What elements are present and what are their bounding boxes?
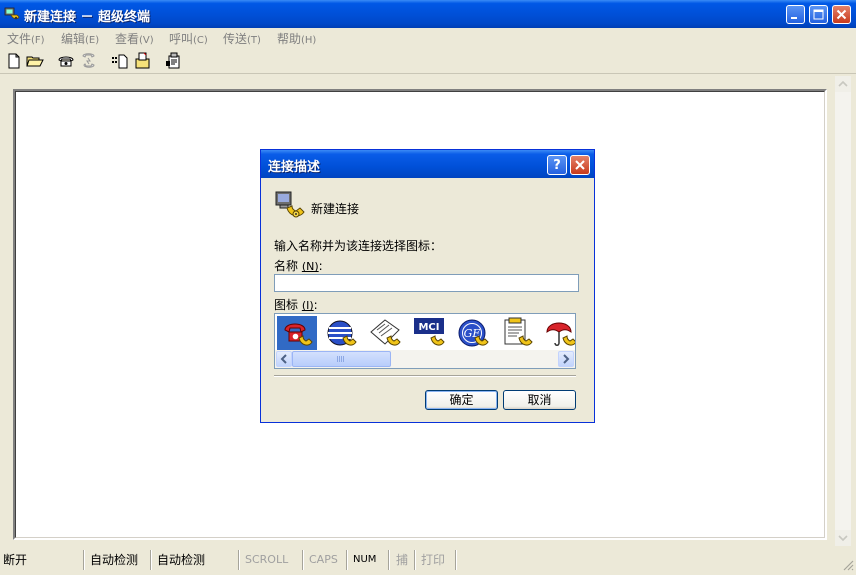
dialog-title: 连接描述	[268, 160, 321, 175]
new-file-icon[interactable]	[5, 52, 23, 70]
scroll-left-button[interactable]	[276, 351, 292, 367]
receive-icon[interactable]	[134, 52, 152, 70]
help-button[interactable]: ?	[547, 155, 567, 175]
menu-view[interactable]: 查看(V)	[115, 30, 154, 47]
status-bar: 断开 自动检测 自动检测 SCROLL CAPS NUM 捕 打印	[0, 548, 856, 575]
scroll-down-button[interactable]	[835, 530, 851, 546]
name-label: 名称 (N):	[274, 259, 323, 273]
status-detect-2: 自动检测	[157, 553, 206, 567]
icon-list[interactable]: MCI GE	[274, 313, 576, 369]
arrow-right-icon	[563, 354, 570, 364]
close-icon	[575, 160, 585, 170]
mci-icon: MCI	[414, 318, 445, 346]
status-separator	[346, 550, 348, 570]
connection-name-text: 新建连接	[311, 202, 360, 216]
toolbar	[0, 49, 856, 74]
resize-grip-icon[interactable]	[842, 559, 854, 571]
dialog-close-button[interactable]	[570, 155, 590, 175]
scroll-right-button[interactable]	[558, 351, 574, 367]
send-icon[interactable]	[111, 52, 129, 70]
status-print: 打印	[421, 553, 446, 567]
icon-option-newspaper[interactable]	[365, 316, 405, 350]
status-connection: 断开	[3, 553, 28, 567]
icon-option-globe[interactable]	[321, 316, 361, 350]
status-separator	[238, 550, 240, 570]
minimize-icon	[791, 17, 797, 19]
dial-icon[interactable]	[57, 52, 75, 70]
menu-file[interactable]: 文件(F)	[7, 30, 45, 47]
icon-option-red-phone[interactable]	[277, 316, 317, 350]
new-connection-icon	[275, 191, 305, 218]
status-detect-1: 自动检测	[90, 553, 139, 567]
status-scroll: SCROLL	[245, 553, 289, 566]
document-icon	[504, 317, 533, 346]
scroll-up-button[interactable]	[835, 76, 851, 92]
status-separator	[414, 550, 416, 570]
status-separator	[83, 550, 85, 570]
close-icon	[836, 9, 847, 20]
arrow-left-icon	[280, 354, 287, 364]
close-button[interactable]	[832, 5, 851, 24]
status-caps: CAPS	[309, 553, 338, 566]
minimize-button[interactable]	[786, 5, 805, 24]
ok-button[interactable]: 确定	[425, 390, 498, 410]
name-input[interactable]	[274, 274, 579, 292]
icon-option-ge[interactable]: GE	[453, 316, 493, 350]
cancel-button[interactable]: 取消	[503, 390, 576, 410]
connection-description-dialog: 连接描述 ? 新建连接 输入名称并为该连接选择图标： 名称 (N): 图标 (I…	[260, 149, 595, 423]
window-title: 新建连接 － 超级终端	[24, 10, 151, 25]
menu-edit[interactable]: 编辑(E)	[61, 30, 99, 47]
status-separator	[455, 550, 457, 570]
arrow-down-icon	[838, 535, 848, 542]
umbrella-icon	[546, 322, 575, 346]
arrow-up-icon	[838, 80, 848, 87]
properties-icon[interactable]	[165, 52, 183, 70]
maximize-icon	[813, 9, 824, 20]
icon-option-document[interactable]	[497, 316, 537, 350]
vertical-scrollbar[interactable]	[835, 76, 851, 546]
globe-icon	[327, 320, 357, 346]
open-folder-icon[interactable]	[26, 52, 44, 70]
window-titlebar[interactable]: 新建连接 － 超级终端	[0, 0, 856, 28]
status-separator	[150, 550, 152, 570]
mci-logo-text: MCI	[418, 322, 439, 333]
disconnect-icon[interactable]	[80, 52, 98, 70]
status-separator	[302, 550, 304, 570]
ge-icon: GE	[458, 319, 489, 347]
scrollbar-thumb[interactable]	[292, 351, 391, 367]
dialog-titlebar[interactable]: 连接描述 ?	[261, 150, 594, 178]
maximize-button[interactable]	[809, 5, 828, 24]
icon-option-mci[interactable]: MCI	[409, 316, 449, 350]
red-phone-icon	[284, 323, 313, 346]
hyperterminal-app-icon	[4, 7, 20, 20]
newspaper-icon	[370, 319, 401, 346]
status-separator	[388, 550, 390, 570]
icon-label: 图标 (I):	[274, 298, 318, 312]
status-num: NUM	[353, 554, 377, 565]
menu-call[interactable]: 呼叫(C)	[169, 30, 208, 47]
icon-option-umbrella[interactable]	[541, 316, 575, 350]
menu-help[interactable]: 帮助(H)	[277, 30, 316, 47]
dialog-prompt: 输入名称并为该连接选择图标：	[274, 239, 443, 253]
icon-list-scrollbar[interactable]	[275, 350, 575, 368]
menu-transfer[interactable]: 传送(T)	[223, 30, 261, 47]
menu-bar: 文件(F) 编辑(E) 查看(V) 呼叫(C) 传送(T) 帮助(H)	[0, 28, 856, 48]
status-capture: 捕	[396, 553, 409, 567]
dialog-divider	[274, 375, 576, 377]
